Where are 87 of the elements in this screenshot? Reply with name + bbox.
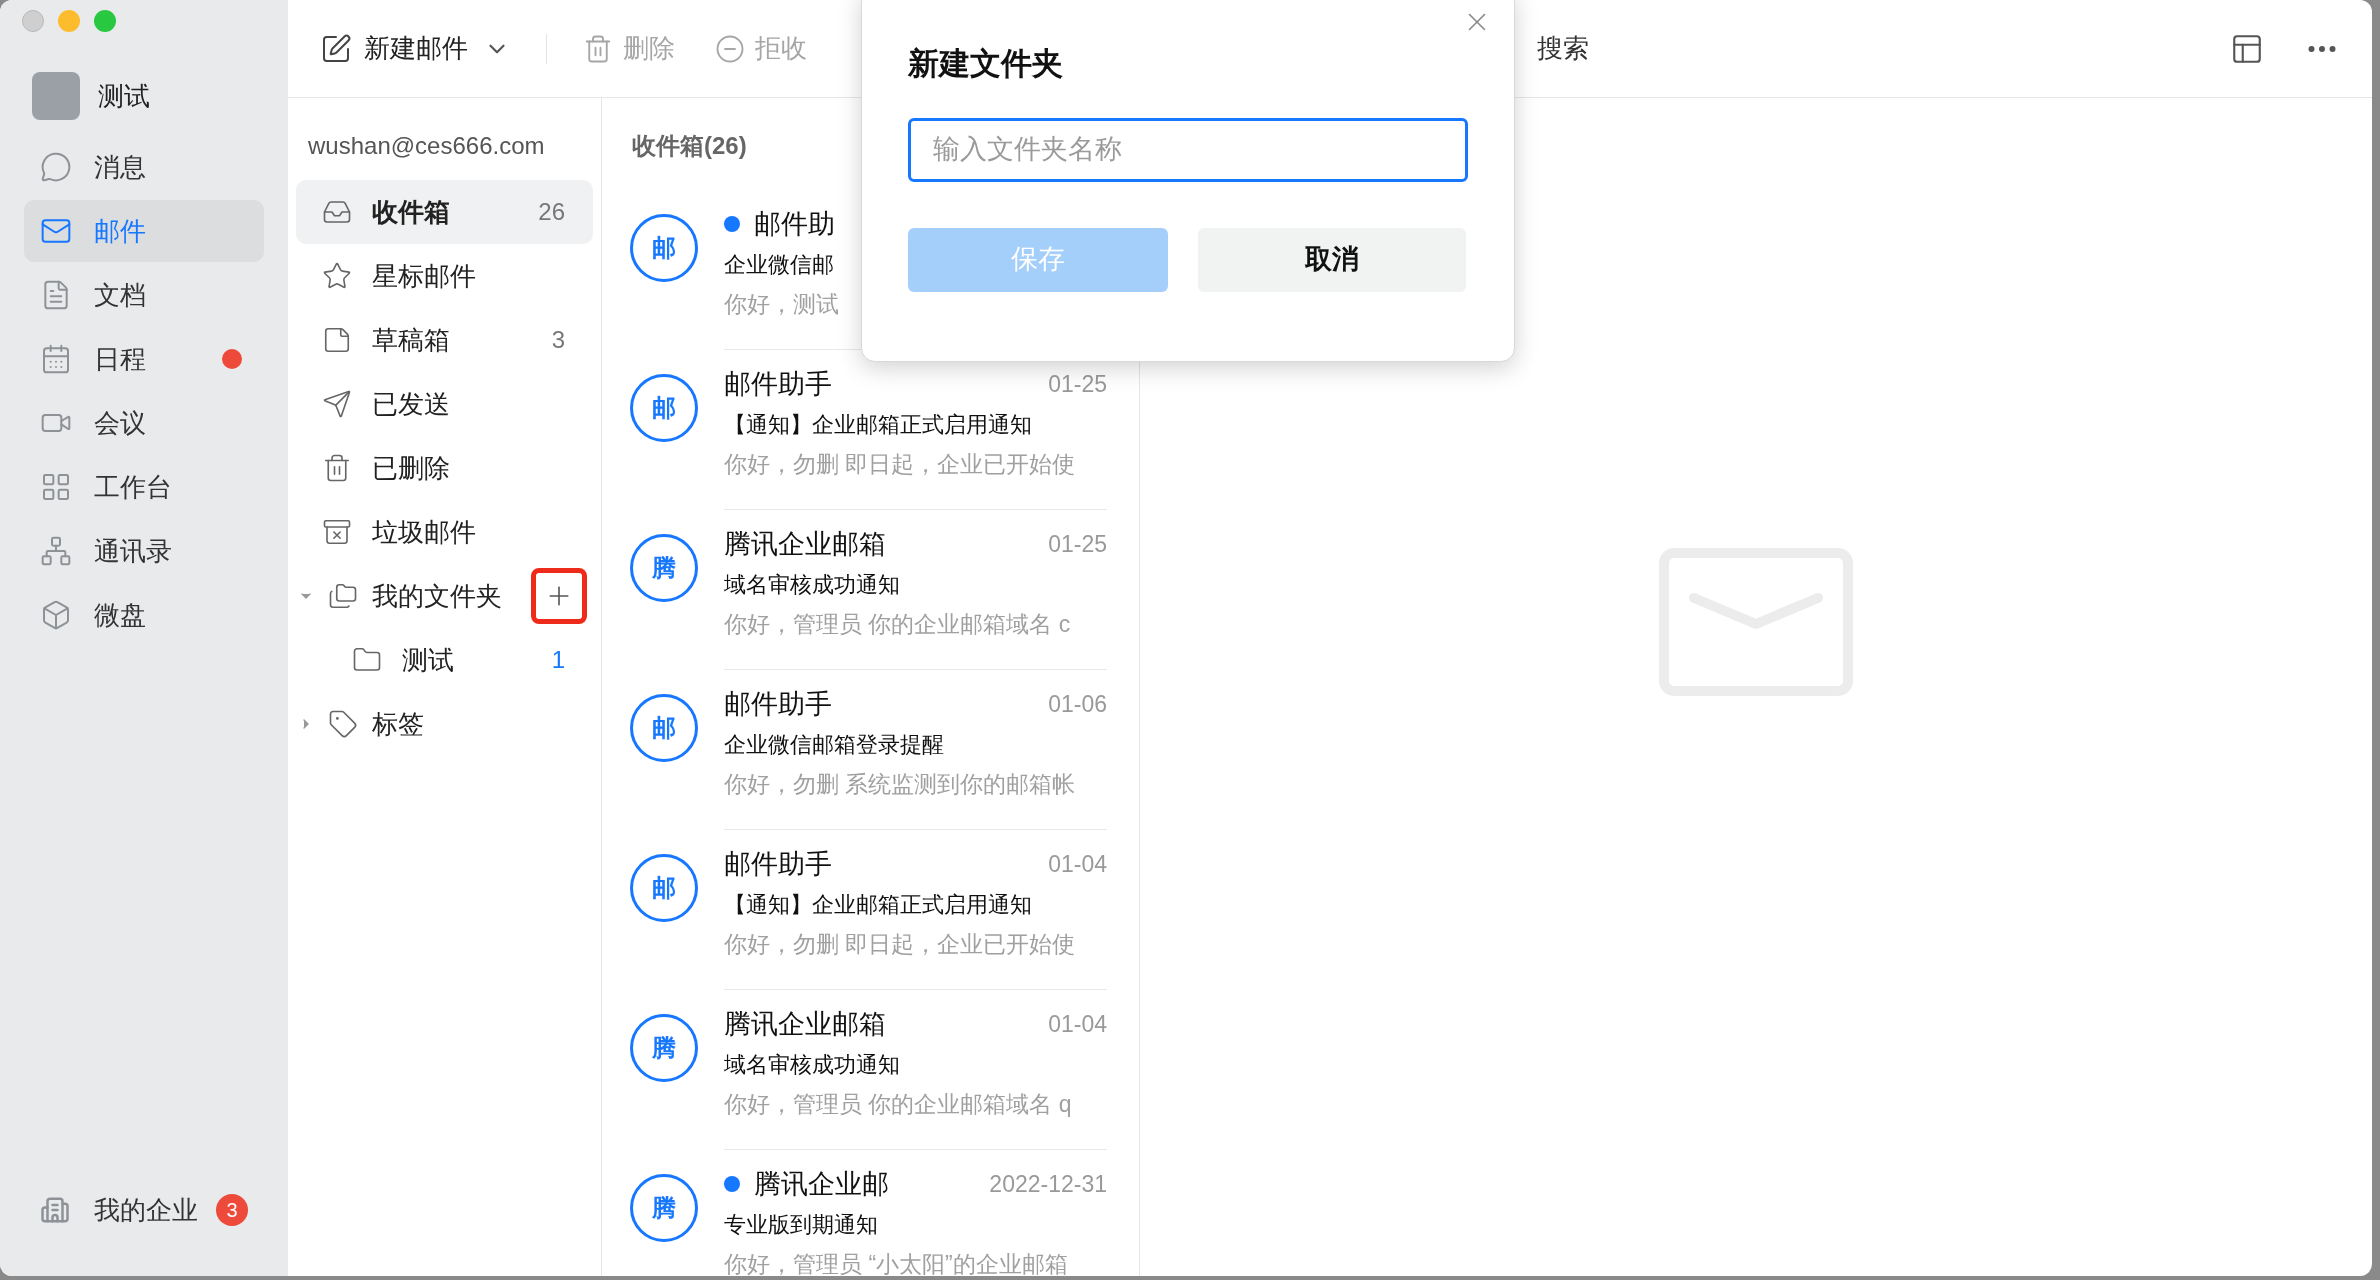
tag-icon [328,709,358,739]
trash-icon [583,33,613,64]
mail-item[interactable]: 腾 腾讯企业邮箱 01-25 域名审核成功通知 你好，管理员 你的企业邮箱域名 c [602,510,1139,670]
sender-avatar: 腾 [630,1174,698,1242]
org-chart-icon [40,535,72,567]
mail-preview: 你好，测试 [724,290,839,319]
mail-subject: 企业微信邮 [724,251,834,279]
mail-preview: 你好，管理员 “小太阳”的企业邮箱 [724,1250,1068,1276]
building-icon [40,1195,70,1225]
mail-item[interactable]: 邮 邮件助手 01-06 企业微信邮箱登录提醒 你好，勿删 系统监测到你的邮箱帐 [602,670,1139,830]
new-mail-button[interactable]: 新建邮件 [320,29,510,68]
folders-icon [328,581,358,611]
search-button[interactable]: 搜索 [1537,29,1589,68]
archive-x-icon [322,517,352,547]
paper-plane-icon [322,389,352,419]
sender-avatar: 邮 [630,854,698,922]
add-folder-button[interactable] [531,568,587,624]
cancel-button[interactable]: 取消 [1198,227,1466,292]
sidebar-item[interactable]: 会议 [24,392,264,454]
sidebar-item[interactable]: 文档 [24,264,264,326]
sender-avatar: 邮 [630,214,698,282]
sidebar-item[interactable]: 日程 [24,328,264,390]
mail-sender: 邮件助手 [724,687,833,721]
mail-sender: 邮件助手 [724,367,833,401]
trash-icon [322,453,352,483]
minus-circle-icon [715,33,745,64]
profile-name: 测试 [98,79,150,113]
sender-avatar: 邮 [630,374,698,442]
mail-sender: 腾讯企业邮 [754,1167,890,1201]
mail-item[interactable]: 腾 腾讯企业邮 2022-12-31 专业版到期通知 你好，管理员 “小太阳”的企业邮箱 [602,1150,1139,1276]
mail-sender: 邮件助 [754,207,836,241]
star-icon [322,261,352,291]
mail-date: 2022-12-31 [989,1169,1107,1199]
mail-subject: 【通知】企业邮箱正式启用通知 [724,891,1032,919]
folder-count: 1 [551,645,565,675]
mail-date: 01-25 [1048,369,1107,399]
mail-subject: 专业版到期通知 [724,1211,878,1239]
sidebar-item[interactable]: 通讯录 [24,520,264,582]
mail-item[interactable]: 邮 邮件助手 01-04 【通知】企业邮箱正式启用通知 你好，勿删 即日起，企业已开始使 [602,830,1139,990]
sidebar-item[interactable]: 我的企业 3 [0,1180,288,1240]
sidebar-item[interactable]: 工作台 [24,456,264,518]
cube-icon [40,599,72,631]
sender-avatar: 邮 [630,694,698,762]
sidebar-item[interactable]: 消息 [24,136,264,198]
folder-item[interactable]: 草稿箱 3 [296,308,593,372]
folder-item[interactable]: 垃圾邮件 [296,500,593,564]
mail-subject: 【通知】企业邮箱正式启用通知 [724,411,1032,439]
folder-group[interactable]: 标签 [296,692,593,756]
chat-bubble-icon [40,151,72,183]
mail-preview: 你好，勿删 即日起，企业已开始使 [724,450,1076,479]
mail-subject: 域名审核成功通知 [724,571,900,599]
calendar-icon [40,343,72,375]
folder-count: 26 [538,197,565,227]
folder-count: 3 [551,325,565,355]
grid-icon [40,471,72,503]
mail-date: 01-04 [1048,849,1107,879]
folder-name-field[interactable]: 输入文件夹名称 [908,117,1468,182]
mail-sender: 邮件助手 [724,847,833,881]
mail-date: 01-04 [1048,1009,1107,1039]
mail-date: 01-25 [1048,529,1107,559]
folder-item[interactable]: 已删除 [296,436,593,500]
dialog-title: 新建文件夹 [908,45,1064,83]
folder-item[interactable]: 已发送 [296,372,593,436]
compose-icon [320,32,352,65]
sender-avatar: 腾 [630,1014,698,1082]
account-email: wushan@ces666.com [307,131,546,161]
count-badge: 3 [216,1194,248,1226]
photo-placeholder[interactable] [32,72,80,120]
folder-item[interactable]: 收件箱 26 [296,180,593,244]
list-title: 收件箱(26) [632,131,747,161]
folder-item[interactable]: 测试 1 [296,628,593,692]
mail-date: 01-06 [1048,689,1107,719]
mail-preview: 你好，管理员 你的企业邮箱域名 c [724,610,1071,639]
sidebar-item[interactable]: 微盘 [24,584,264,646]
folder-group[interactable]: 我的文件夹 [296,564,593,628]
mail-sender: 腾讯企业邮箱 [724,1007,887,1041]
mail-preview: 你好，勿删 即日起，企业已开始使 [724,930,1076,959]
sender-avatar: 腾 [630,534,698,602]
maximize-window-icon[interactable] [94,10,116,32]
mail-subject: 企业微信邮箱登录提醒 [724,731,944,759]
mail-subject: 域名审核成功通知 [724,1051,900,1079]
mail-item[interactable]: 腾 腾讯企业邮箱 01-04 域名审核成功通知 你好，管理员 你的企业邮箱域名 q [602,990,1139,1150]
mail-sender: 腾讯企业邮箱 [724,527,887,561]
note-icon [322,325,352,355]
mail-preview: 你好，勿删 系统监测到你的邮箱帐 [724,770,1076,799]
folder-item[interactable]: 星标邮件 [296,244,593,308]
mail-preview: 你好，管理员 你的企业邮箱域名 q [724,1090,1072,1119]
